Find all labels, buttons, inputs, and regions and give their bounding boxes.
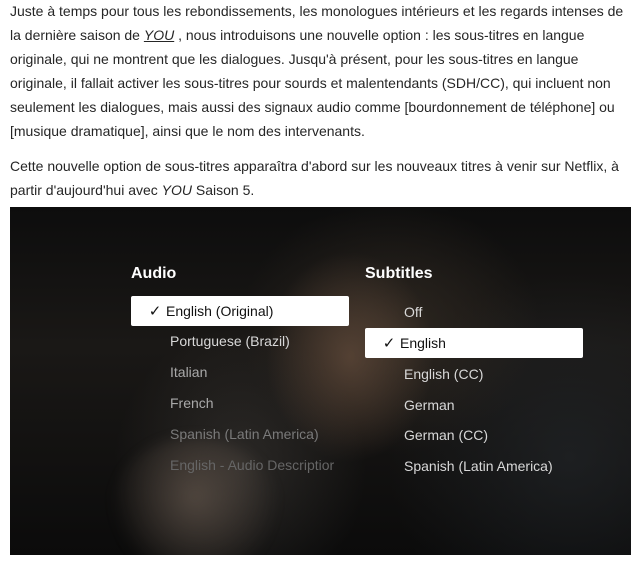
audio-option-french[interactable]: French: [170, 388, 214, 418]
subtitle-option-english-cc[interactable]: English (CC): [404, 359, 483, 389]
paragraph-1-text-end: , nous introduisons une nouvelle option …: [10, 27, 615, 139]
paragraph-2: Cette nouvelle option de sous-titres app…: [10, 154, 630, 202]
checkmark-icon: ✓: [148, 303, 162, 320]
paragraph-1: Juste à temps pour tous les rebondisseme…: [10, 0, 630, 143]
audio-option-spanish-latam[interactable]: Spanish (Latin America): [170, 419, 319, 449]
checkmark-icon: ✓: [382, 335, 396, 352]
paragraph-2-text-end: Saison 5.: [192, 182, 255, 198]
audio-option-italian[interactable]: Italian: [170, 357, 207, 387]
subtitle-option-german[interactable]: German: [404, 390, 455, 420]
subtitle-option-english[interactable]: ✓ English: [365, 328, 583, 358]
you-title-link[interactable]: YOU: [144, 27, 174, 43]
you-title-italic: YOU: [161, 182, 192, 198]
audio-option-english-original[interactable]: ✓ English (Original): [131, 296, 349, 326]
subtitle-option-german-cc[interactable]: German (CC): [404, 420, 488, 450]
audio-title: Audio: [131, 265, 177, 282]
audio-option-english-audio-description[interactable]: English - Audio Descriptior: [170, 450, 334, 480]
netflix-player-screenshot: Audio ✓ English (Original) Portuguese (Br…: [10, 207, 631, 555]
article-body: Juste à temps pour tous les rebondisseme…: [0, 0, 640, 202]
subtitles-title: Subtitles: [365, 265, 433, 282]
paragraph-2-text-start: Cette nouvelle option de sous-titres app…: [10, 158, 619, 198]
player-background: [10, 207, 631, 555]
subtitle-option-off[interactable]: Off: [404, 297, 422, 327]
audio-option-portuguese-brazil[interactable]: Portuguese (Brazil): [170, 326, 290, 356]
subtitle-option-spanish-latam[interactable]: Spanish (Latin America): [404, 451, 553, 481]
